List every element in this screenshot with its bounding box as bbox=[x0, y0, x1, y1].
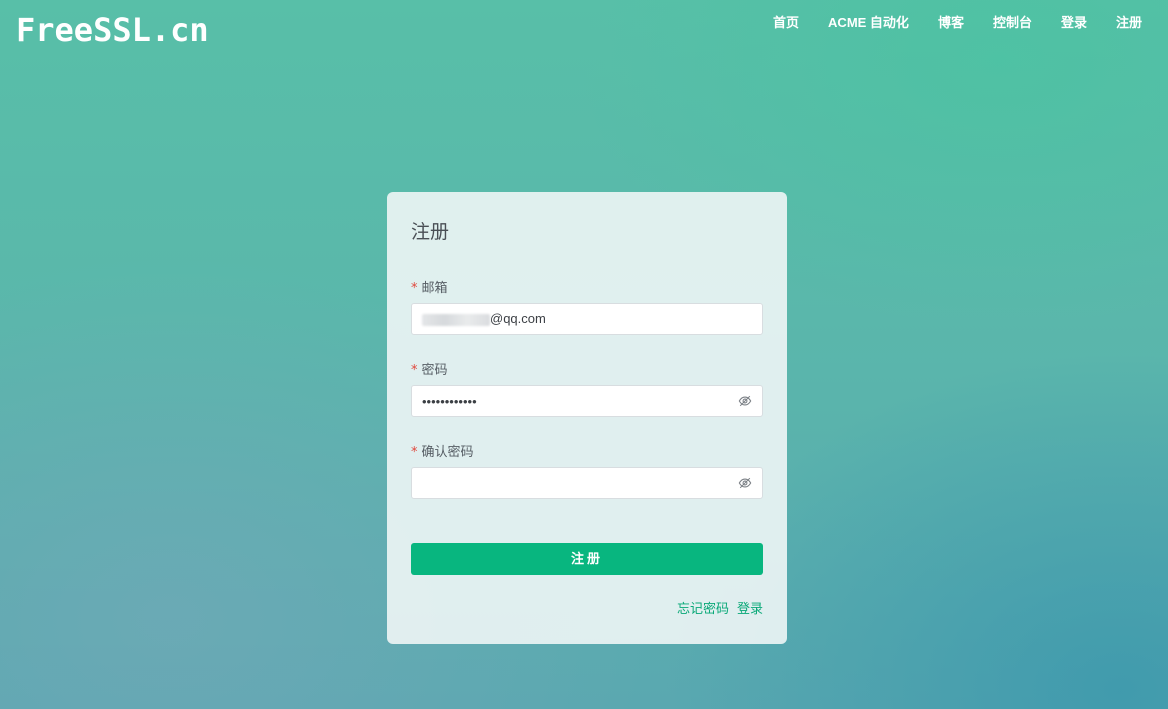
password-input[interactable] bbox=[412, 386, 762, 416]
form-title: 注册 bbox=[411, 221, 450, 243]
required-mark: * bbox=[411, 363, 418, 378]
top-navbar: FreeSSL.cn 首页 ACME 自动化 博客 控制台 登录 注册 bbox=[0, 0, 1168, 60]
password-label: * 密码 bbox=[411, 363, 448, 378]
nav-home[interactable]: 首页 bbox=[773, 14, 799, 32]
nav-login[interactable]: 登录 bbox=[1061, 14, 1087, 32]
confirm-password-input[interactable] bbox=[412, 468, 762, 498]
confirm-password-field[interactable] bbox=[411, 467, 763, 499]
eye-off-icon[interactable] bbox=[738, 394, 752, 408]
email-label: * 邮箱 bbox=[411, 281, 448, 296]
register-card: 注册 *邮箱 @qq.com *密码 *确认密码 注册 忘记密码登录 bbox=[387, 192, 787, 644]
register-button[interactable]: 注册 bbox=[411, 543, 763, 575]
redacted-email-prefix bbox=[422, 314, 490, 326]
nav-acme[interactable]: ACME 自动化 bbox=[828, 14, 909, 32]
confirm-password-label: * 确认密码 bbox=[411, 445, 474, 460]
password-field[interactable] bbox=[411, 385, 763, 417]
main-nav: 首页 ACME 自动化 博客 控制台 登录 注册 bbox=[744, 14, 1142, 32]
required-mark: * bbox=[411, 281, 418, 296]
nav-blog[interactable]: 博客 bbox=[938, 14, 964, 32]
email-value: @qq.com bbox=[490, 311, 546, 326]
required-mark: * bbox=[411, 445, 418, 460]
forgot-password-link[interactable]: 忘记密码 bbox=[677, 602, 729, 617]
login-link[interactable]: 登录 bbox=[737, 602, 763, 617]
eye-off-icon[interactable] bbox=[738, 476, 752, 490]
site-logo[interactable]: FreeSSL.cn bbox=[16, 10, 209, 50]
nav-register[interactable]: 注册 bbox=[1116, 14, 1142, 32]
email-field[interactable]: @qq.com bbox=[411, 303, 763, 335]
nav-console[interactable]: 控制台 bbox=[993, 14, 1032, 32]
form-links: 忘记密码 登录 bbox=[669, 602, 763, 618]
